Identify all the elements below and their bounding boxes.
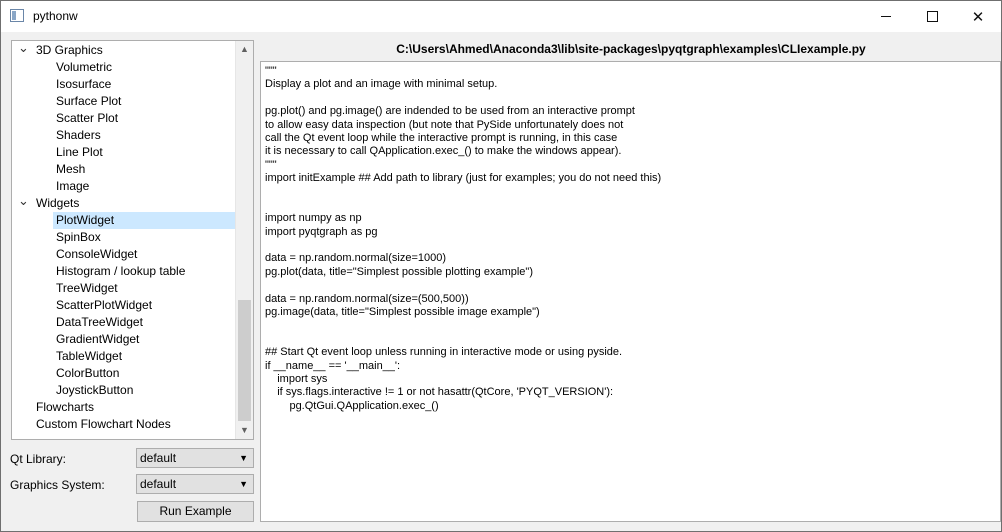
code-line: """ <box>265 158 277 171</box>
code-line: pg.image(data, title="Simplest possible … <box>265 306 540 319</box>
code-line: """ <box>265 65 277 77</box>
maximize-icon <box>926 11 938 22</box>
graphics-system-select[interactable]: default ▼ <box>136 474 254 494</box>
graphics-system-value: default <box>140 477 177 491</box>
code-line: data = np.random.normal(size=1000) <box>265 252 446 265</box>
tree-item[interactable]: PlotWidget <box>53 212 237 229</box>
tree-item-label: GradientWidget <box>56 332 140 346</box>
tree-item-label: SpinBox <box>56 230 101 244</box>
run-example-button[interactable]: Run Example <box>137 501 254 522</box>
close-icon: ✕ <box>971 8 985 26</box>
tree-item-label: Histogram / lookup table <box>56 264 186 278</box>
tree-item[interactable]: Histogram / lookup table <box>12 263 237 280</box>
tree-item-label: ConsoleWidget <box>56 247 138 261</box>
tree-item-label: 3D Graphics <box>36 43 103 57</box>
minimize-icon <box>881 16 891 17</box>
tree-item-label: Volumetric <box>56 60 113 74</box>
code-line: pg.plot() and pg.image() are indended to… <box>265 105 635 118</box>
code-line: call the Qt event loop while the interac… <box>265 131 618 144</box>
tree-item[interactable]: DataTreeWidget <box>12 314 237 331</box>
main-window: pythonw ✕ Custom Flowchart Nodes Flowchar… <box>0 0 1002 532</box>
tree-item[interactable]: TableWidget <box>12 348 237 365</box>
tree-item[interactable]: Flowcharts <box>12 399 237 416</box>
code-line: pg.plot(data, title="Simplest possible p… <box>265 265 533 278</box>
tree-item[interactable]: ColorButton <box>12 365 237 382</box>
app-window-icon <box>10 9 24 22</box>
file-path-label: C:\Users\Ahmed\Anaconda3\lib\site-packag… <box>396 42 866 56</box>
tree-item[interactable]: Mesh <box>12 161 237 178</box>
tree-item-label: TableWidget <box>56 349 123 363</box>
tree-item-label: Widgets <box>36 196 80 210</box>
qt-library-select[interactable]: default ▼ <box>136 448 254 468</box>
tree-item-label: Shaders <box>56 128 101 142</box>
tree-item-label: TreeWidget <box>56 281 118 295</box>
code-line: it is necessary to call QApplication.exe… <box>265 145 622 158</box>
tree-item-label: Scatter Plot <box>56 111 119 125</box>
tree-item-label: Line Plot <box>56 145 103 159</box>
tree-item[interactable]: ScatterPlotWidget <box>12 297 237 314</box>
tree-item[interactable]: Surface Plot <box>12 93 237 110</box>
code-line: import initExample ## Add path to librar… <box>265 172 662 185</box>
code-line: data = np.random.normal(size=(500,500)) <box>265 292 469 305</box>
tree-item[interactable]: ⌄ 3D Graphics <box>12 41 237 59</box>
chevron-down-icon: ▼ <box>239 479 248 489</box>
tree-item-label: Mesh <box>56 162 86 176</box>
tree-scrollbar[interactable]: ▲ ▼ <box>235 41 253 439</box>
tree-item[interactable]: Shaders <box>12 127 237 144</box>
tree-item[interactable]: TreeWidget <box>12 280 237 297</box>
tree-item[interactable]: JoystickButton <box>12 382 237 399</box>
tree-item[interactable]: ConsoleWidget <box>12 246 237 263</box>
scroll-thumb[interactable] <box>238 300 251 421</box>
example-tree[interactable]: Custom Flowchart Nodes Flowcharts Joystick… <box>11 40 254 440</box>
window-title: pythonw <box>33 9 78 23</box>
code-line: import numpy as np <box>265 212 362 225</box>
scroll-down-icon[interactable]: ▼ <box>236 422 253 439</box>
code-line: to allow easy data inspection (but note … <box>265 118 624 131</box>
tree-item-label: DataTreeWidget <box>56 315 143 329</box>
code-line: import sys <box>265 372 328 385</box>
tree-item-label: Surface Plot <box>56 94 122 108</box>
code-line: if __name__ == '__main__': <box>265 359 401 372</box>
code-line: import pyqtgraph as pg <box>265 225 378 238</box>
code-line: Display a plot and an image with minimal… <box>265 78 498 91</box>
qt-library-label: Qt Library: <box>10 452 67 466</box>
tree-item-label: JoystickButton <box>56 383 134 397</box>
tree-item-label: Isosurface <box>56 77 112 91</box>
code-editor[interactable]: """ Display a plot and an image with mini… <box>260 61 1001 522</box>
code-line: pg.QtGui.QApplication.exec_() <box>265 399 439 412</box>
tree-item-label: Custom Flowchart Nodes <box>36 417 171 431</box>
tree-item[interactable]: GradientWidget <box>12 331 237 348</box>
scroll-up-icon[interactable]: ▲ <box>236 41 253 58</box>
title-bar[interactable]: pythonw ✕ <box>1 1 1001 32</box>
code-line: if sys.flags.interactive != 1 or not has… <box>265 386 614 399</box>
tree-item[interactable]: ⌄ Widgets <box>12 193 237 212</box>
maximize-button[interactable] <box>909 1 955 32</box>
expand-arrow-icon[interactable]: ⌄ <box>18 41 29 56</box>
minimize-button[interactable] <box>863 1 909 32</box>
tree-item[interactable]: Image <box>12 178 237 195</box>
tree-item[interactable]: SpinBox <box>12 229 237 246</box>
tree-item[interactable]: Custom Flowchart Nodes <box>12 416 237 433</box>
tree-item-label: PlotWidget <box>56 213 115 227</box>
tree-item[interactable]: Scatter Plot <box>12 110 237 127</box>
tree-item[interactable]: Line Plot <box>12 144 237 161</box>
chevron-down-icon: ▼ <box>239 453 248 463</box>
tree-item[interactable]: Isosurface <box>12 76 237 93</box>
graphics-system-label: Graphics System: <box>10 478 105 492</box>
tree-item-label: ScatterPlotWidget <box>56 298 153 312</box>
tree-item-label: ColorButton <box>56 366 120 380</box>
close-button[interactable]: ✕ <box>955 1 1001 32</box>
tree-item-label: Image <box>56 179 90 193</box>
tree-item[interactable]: Volumetric <box>12 59 237 76</box>
code-line: ## Start Qt event loop unless running in… <box>265 346 623 359</box>
qt-library-value: default <box>140 451 177 465</box>
tree-item-label: Flowcharts <box>36 400 95 414</box>
